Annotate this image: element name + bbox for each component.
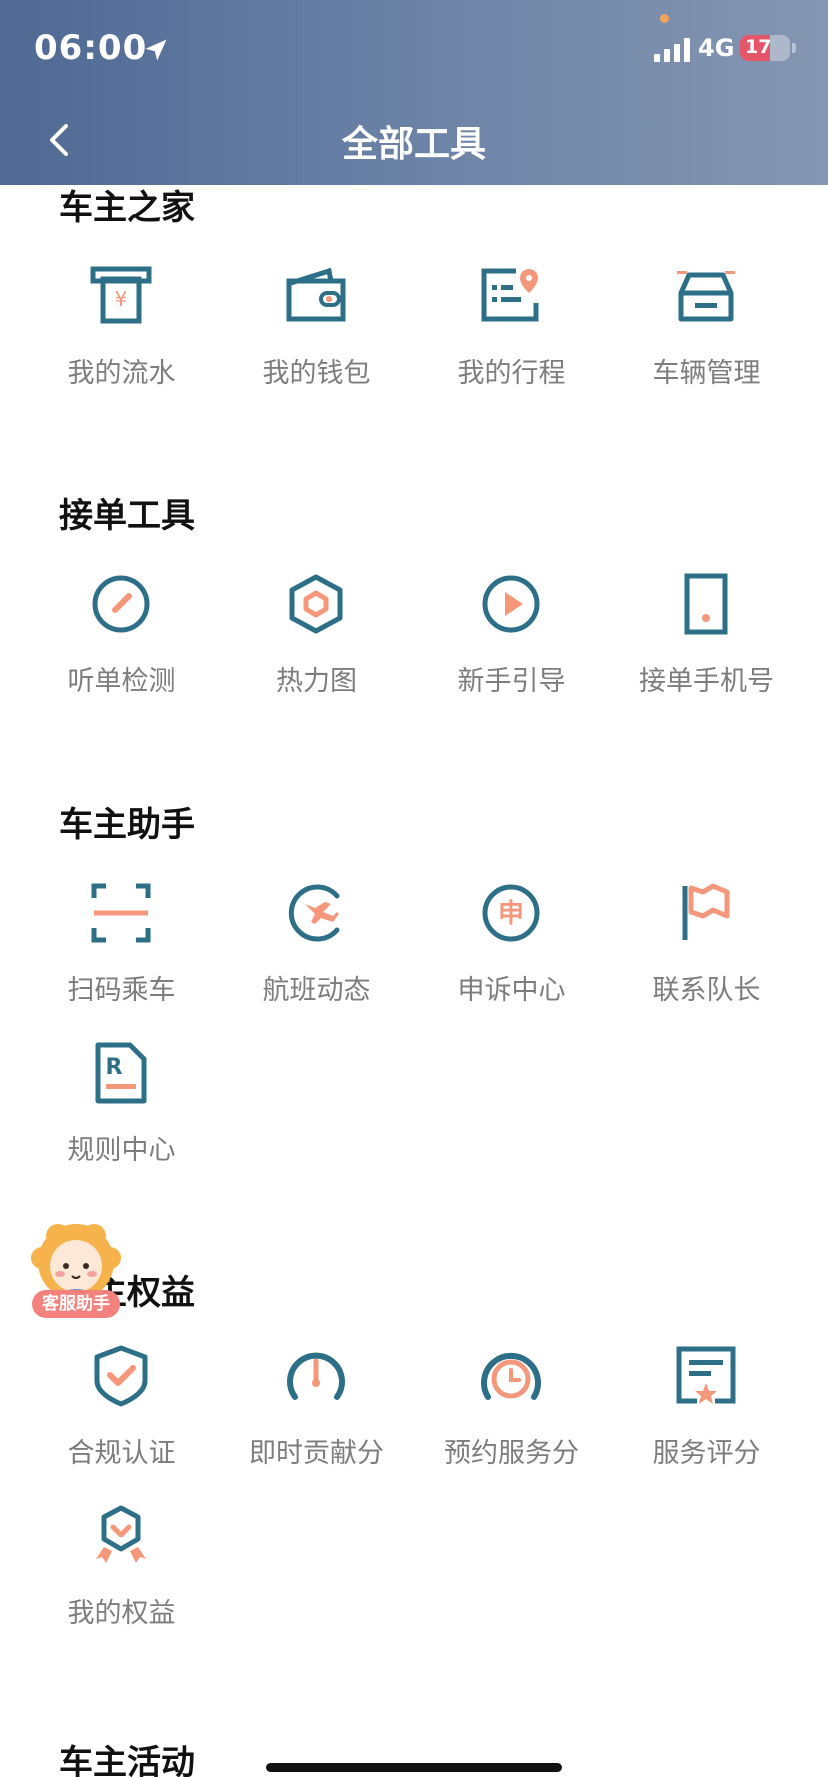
tool-contact-captain[interactable]: 联系队长 [609,882,804,1012]
tool-label: 预约服务分 [444,1438,579,1469]
tool-label: 接单手机号 [639,666,774,697]
signal-icon [654,38,690,62]
car-icon [677,271,735,322]
tool-my-benefits[interactable]: 我的权益 [24,1505,219,1635]
appeal-icon: 申 [482,884,540,942]
status-bar: 06:00 4G 17 全部工具 [0,0,828,185]
tool-flight-status[interactable]: 航班动态 [219,882,414,1012]
tool-label: 我的权益 [67,1598,176,1629]
tool-label: 我的流水 [67,358,176,389]
wallet-icon [286,267,346,322]
tool-rule-center[interactable]: R 规则中心 [24,1042,219,1172]
svg-text:¥: ¥ [115,287,128,311]
tool-my-statement[interactable]: ¥ 我的流水 [24,265,219,395]
tool-label: 合规认证 [67,1438,176,1469]
tool-vehicle-management[interactable]: 车辆管理 [609,265,804,395]
svg-text:R: R [106,1055,123,1080]
tool-label: 航班动态 [262,975,371,1006]
tool-scan-ride[interactable]: 扫码乘车 [24,882,219,1012]
tool-heatmap[interactable]: 热力图 [219,573,414,703]
section-title-owner-activities: 车主活动 [59,1743,195,1777]
flag-icon [682,883,730,940]
tool-label: 听单检测 [67,666,176,697]
play-circle-icon [482,575,540,633]
tool-label: 即时贡献分 [249,1438,384,1469]
tool-compliance-cert[interactable]: 合规认证 [24,1345,219,1475]
tool-my-wallet[interactable]: 我的钱包 [219,265,414,395]
assistant-badge: 客服助手 [32,1290,120,1318]
network-type: 4G [698,34,735,62]
tool-label: 我的钱包 [262,358,371,389]
tool-label: 服务评分 [652,1438,761,1469]
tool-label: 车辆管理 [652,358,761,389]
scan-icon [91,883,151,943]
gauge-icon [92,575,150,633]
tool-label: 申诉中心 [457,975,566,1006]
tool-label: 热力图 [276,666,357,697]
tool-listening-check[interactable]: 听单检测 [24,573,219,703]
tool-label: 我的行程 [457,358,566,389]
section-title-order-tools: 接单工具 [59,496,195,536]
tool-beginner-guide[interactable]: 新手引导 [414,573,609,703]
medal-icon [96,1505,146,1563]
tool-appeal-center[interactable]: 申 申诉中心 [414,882,609,1012]
tool-label: 扫码乘车 [67,975,176,1006]
tool-my-trips[interactable]: 我的行程 [414,265,609,395]
tool-label: 新手引导 [457,666,566,697]
tool-order-phone[interactable]: 接单手机号 [609,573,804,703]
tool-label: 联系队长 [652,975,761,1006]
camera-indicator [660,14,669,23]
customer-service-assistant[interactable]: 客服助手 [30,1222,122,1322]
section-title-owner-assistant: 车主助手 [59,805,195,845]
status-time: 06:00 [34,28,148,68]
hexagon-icon [289,574,343,634]
clock-gauge-icon [481,1352,541,1400]
section-title-owner-home: 车主之家 [59,188,195,228]
tool-service-rating[interactable]: 服务评分 [609,1345,804,1475]
location-arrow-icon [145,39,167,61]
flight-icon [288,884,340,942]
rating-board-icon [676,1346,736,1404]
page-title: 全部工具 [341,124,486,165]
svg-text:申: 申 [498,899,524,929]
battery-icon: 17 [740,35,796,61]
shield-check-icon [94,1345,148,1407]
tool-label: 规则中心 [67,1135,176,1166]
rule-doc-icon: R [95,1042,147,1104]
atm-receipt-icon: ¥ [90,266,152,324]
battery-percent: 17 [745,36,772,58]
tool-reservation-score[interactable]: 预约服务分 [414,1345,609,1475]
home-indicator[interactable] [266,1763,562,1772]
score-gauge-icon [287,1352,345,1400]
trip-list-icon [481,268,539,322]
phone-icon [684,573,728,635]
tool-instant-score[interactable]: 即时贡献分 [219,1345,414,1475]
